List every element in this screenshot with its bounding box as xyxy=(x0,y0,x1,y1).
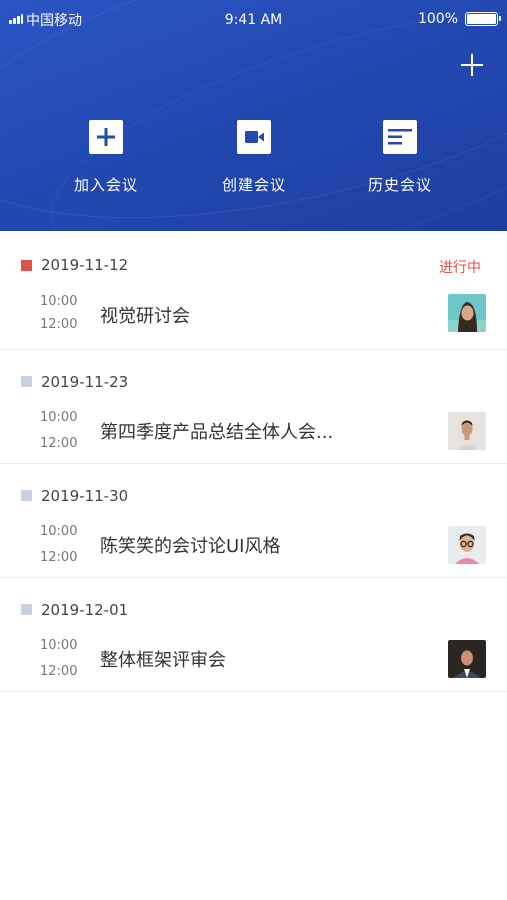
plus-icon[interactable] xyxy=(459,52,485,78)
meeting-date: 2019-11-23 xyxy=(41,373,129,391)
meeting-list: 2019-11-12 进行中 10:00 12:00 视觉研讨会 2019-11… xyxy=(0,231,507,692)
join-meeting-button[interactable]: 加入会议 xyxy=(51,120,161,195)
create-meeting-label: 创建会议 xyxy=(221,176,286,194)
meeting-title: 陈笑笑的会讨论UI风格 xyxy=(100,536,281,557)
status-dot xyxy=(21,376,32,387)
header: 中国移动 9:41 AM 100% 加入会议 创建会议 历史会议 xyxy=(0,0,507,231)
meeting-title: 视觉研讨会 xyxy=(100,306,190,327)
battery-icon xyxy=(465,12,501,26)
meeting-date: 2019-12-01 xyxy=(41,601,129,619)
meeting-title: 整体框架评审会 xyxy=(100,650,226,671)
battery-percentage: 100% xyxy=(417,11,458,27)
end-time: 12:00 xyxy=(40,436,78,451)
meeting-item[interactable]: 2019-11-12 进行中 10:00 12:00 视觉研讨会 xyxy=(0,231,507,350)
status-bar: 中国移动 9:41 AM 100% xyxy=(0,0,507,38)
status-badge: 进行中 xyxy=(439,260,481,276)
status-dot xyxy=(21,490,32,501)
avatar-man-icon xyxy=(448,412,486,450)
start-time: 10:00 xyxy=(40,638,78,653)
start-time: 10:00 xyxy=(40,524,78,539)
history-list-icon xyxy=(383,120,417,154)
history-meeting-button[interactable]: 历史会议 xyxy=(345,120,455,195)
action-bar: 加入会议 创建会议 历史会议 xyxy=(0,120,507,210)
join-meeting-label: 加入会议 xyxy=(73,176,138,194)
end-time: 12:00 xyxy=(40,664,78,679)
meeting-date: 2019-11-30 xyxy=(41,487,129,505)
end-time: 12:00 xyxy=(40,550,78,565)
history-meeting-label: 历史会议 xyxy=(367,176,432,194)
meeting-item[interactable]: 2019-12-01 10:00 12:00 整体框架评审会 xyxy=(0,578,507,692)
status-dot xyxy=(21,604,32,615)
video-camera-icon xyxy=(237,120,271,154)
avatar-suit-icon xyxy=(448,640,486,678)
create-meeting-button[interactable]: 创建会议 xyxy=(199,120,309,195)
avatar-woman-icon xyxy=(448,294,486,332)
end-time: 12:00 xyxy=(40,317,78,332)
meeting-item[interactable]: 2019-11-23 10:00 12:00 第四季度产品总结全体人会... xyxy=(0,350,507,464)
start-time: 10:00 xyxy=(40,410,78,425)
plus-square-icon xyxy=(89,120,123,154)
avatar-glasses-icon xyxy=(448,526,486,564)
meeting-title: 第四季度产品总结全体人会... xyxy=(100,422,334,443)
status-dot xyxy=(21,260,32,271)
start-time: 10:00 xyxy=(40,294,78,309)
meeting-date: 2019-11-12 xyxy=(41,256,129,274)
meeting-item[interactable]: 2019-11-30 10:00 12:00 陈笑笑的会讨论UI风格 xyxy=(0,464,507,578)
